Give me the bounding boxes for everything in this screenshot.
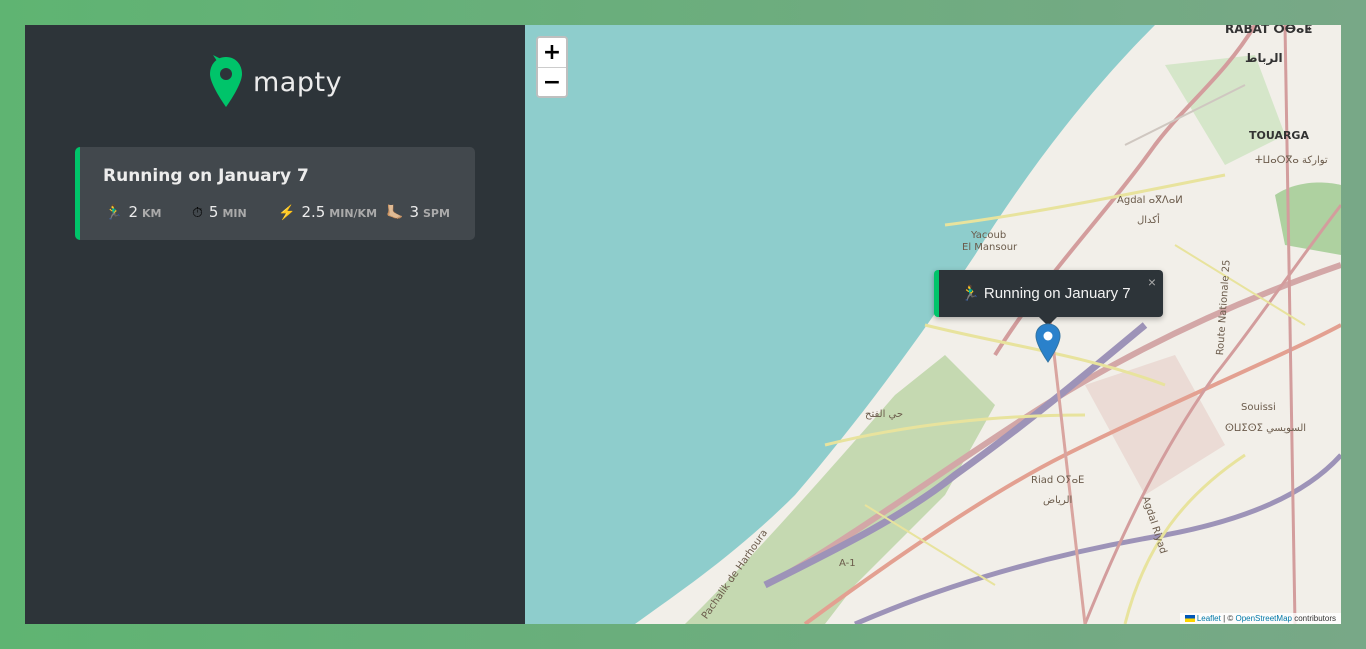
popup-text: Running on January 7 [983,285,1131,302]
cadence-unit: SPM [422,207,450,220]
map-label-hay-el-fath: حي الفتح [865,409,904,420]
map-pin-logo-icon [210,55,242,107]
osm-link[interactable]: OpenStreetMap [1235,614,1291,623]
map-label-a1: A-1 [839,558,856,569]
logo-text: mapty [253,66,343,98]
zoom-out-button[interactable]: − [538,67,566,96]
map-label-touarga-ar: ⵜⵡⴰⵔⴳⴰ تواركة [1255,155,1328,166]
distance-unit: KM [141,207,162,220]
map-label-agdal: Agdal ⴰⴳⴷⴰⵍ [1117,195,1183,206]
sidebar: mapty Running on January 7 🏃‍♂️ 2 KM ⏱ 5… [25,25,525,624]
map-label-el-mansour: El Mansour [962,242,1018,253]
workout-detail-distance: 🏃‍♂️ 2 KM [105,203,161,221]
workout-detail-cadence: 🦶🏼 3 SPM [386,203,450,221]
zoom-control: + − [536,36,568,98]
runner-icon: 🏃‍♂️ [961,285,980,302]
map-label-riad-ar: الرياض [1043,495,1073,506]
runner-icon: 🏃‍♂️ [105,204,123,220]
map-label-yacoub: Yacoub [971,230,1007,241]
map-attribution: Leaflet | © OpenStreetMap contributors [1179,613,1341,624]
workout-detail-duration: ⏱ 5 MIN [192,203,247,221]
pace-unit: MIN/KM [329,207,378,220]
attribution-separator: | © [1220,614,1236,623]
map-label-agdal-ar: أكدال [1137,215,1160,226]
popup-close-button[interactable]: × [1148,274,1156,290]
leaflet-link[interactable]: Leaflet [1197,614,1221,623]
zoom-in-button[interactable]: + [538,38,566,67]
map-label-touarga: TOUARGA [1249,129,1309,142]
map-label-rabat: RABAT ⵔⴱⴰⵟ [1225,25,1313,36]
popup-content: 🏃‍♂️ Running on January 7 [961,284,1131,302]
map[interactable]: RABAT ⵔⴱⴰⵟ الرباط TOUARGA ⵜⵡⴰⵔⴳⴰ تواركة … [525,25,1341,624]
ukraine-flag-icon [1184,615,1195,623]
map-label-souissi-ar: ⵙⵡⵉⵙⵉ السويسي [1225,423,1307,434]
map-label-souissi: Souissi [1241,402,1276,413]
distance-value: 2 [128,203,138,221]
attribution-suffix: contributors [1291,614,1336,623]
map-label-rabat-ar: الرباط [1245,51,1283,65]
duration-unit: MIN [222,207,247,220]
workout-card[interactable]: Running on January 7 🏃‍♂️ 2 KM ⏱ 5 MIN ⚡… [75,147,475,240]
workout-detail-pace: ⚡️ 2.5 MIN/KM [278,203,377,221]
foot-icon: 🦶🏼 [386,204,404,220]
stopwatch-icon: ⏱ [192,204,203,220]
logo: mapty [209,55,342,109]
duration-value: 5 [208,203,219,221]
app-container: mapty Running on January 7 🏃‍♂️ 2 KM ⏱ 5… [25,25,1341,624]
pace-value: 2.5 [301,203,326,221]
cadence-value: 3 [409,203,419,221]
workout-popup[interactable]: × 🏃‍♂️ Running on January 7 [934,270,1163,317]
map-label-riad: Riad ⵔⵢⴰⴹ [1031,475,1085,486]
workout-title: Running on January 7 [103,166,309,186]
lightning-icon: ⚡️ [278,204,296,220]
map-marker-icon[interactable] [1035,323,1061,363]
